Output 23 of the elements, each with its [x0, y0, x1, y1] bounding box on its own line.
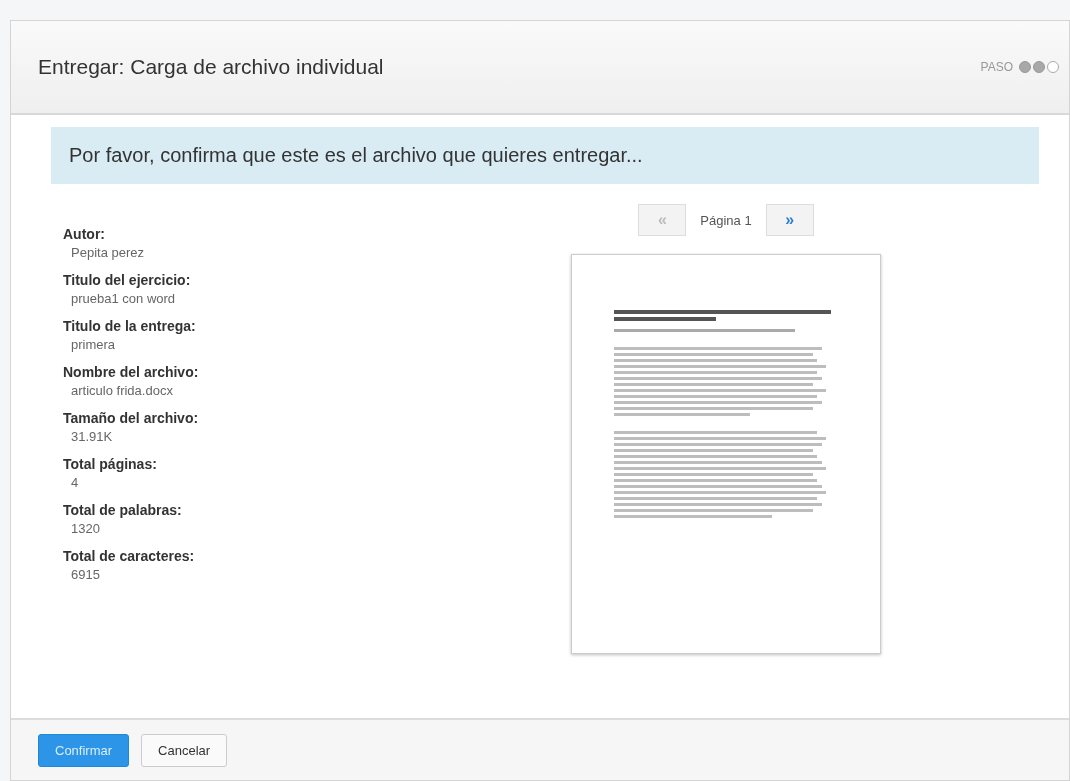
field-value: 1320	[71, 521, 101, 536]
next-page-button[interactable]: »	[765, 204, 814, 236]
field-label: Titulo del ejercicio:	[63, 272, 192, 288]
field-label: Autor:	[63, 226, 106, 242]
field-value: Pepita perez	[71, 245, 145, 260]
field-label: Total de caracteres:	[63, 548, 196, 564]
confirm-button[interactable]: Confirmar	[38, 733, 130, 767]
field-label: Total páginas:	[63, 456, 158, 472]
info-banner: Por favor, confirma que este es el archivo que quieres entregar...	[51, 127, 1039, 184]
field-label: Total de palabras:	[63, 502, 183, 518]
step-label: PASO	[980, 60, 1013, 74]
page-indicator: Página 1	[700, 212, 752, 228]
field-label: Tamaño del archivo:	[63, 410, 200, 426]
field-value: prueba1 con word	[71, 291, 177, 306]
field-label: Titulo de la entrega:	[63, 318, 197, 334]
field-value: 4	[71, 475, 80, 490]
field-value: primera	[71, 337, 117, 352]
field-value: articulo frida.docx	[71, 383, 174, 398]
field-label: Nombre del archivo:	[63, 364, 200, 380]
dialog-title: Entregar: Carga de archivo individual	[38, 55, 384, 79]
field-value: 31.91K	[71, 429, 114, 444]
field-value: 6915	[71, 567, 101, 582]
cancel-button[interactable]: Cancelar	[141, 733, 228, 767]
